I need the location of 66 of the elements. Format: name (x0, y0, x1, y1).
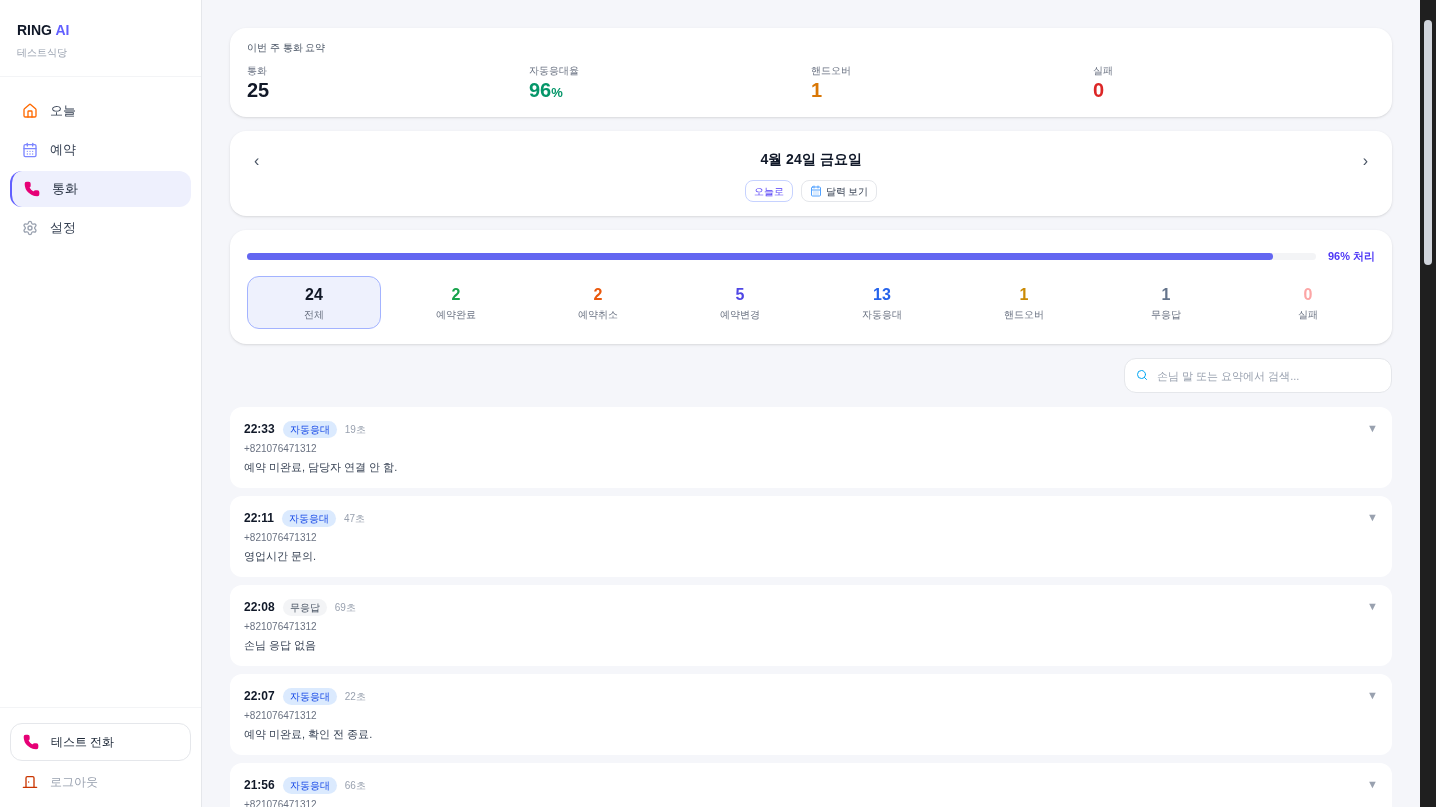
stat-value: 1 (811, 78, 824, 102)
caller-phone: +821076471312 (244, 442, 318, 456)
caller-phone: +821076471312 (244, 620, 318, 634)
call-summary: 손님 응답 없음 (244, 638, 318, 653)
gear-icon (22, 220, 38, 236)
nav-item[interactable]: 오늘 (10, 93, 191, 129)
stat-value: 25 (247, 78, 271, 102)
progress-label: 96% 처리 (1327, 249, 1375, 264)
call-tag: 자동응대 (282, 687, 337, 705)
caller-phone: +821076471312 (244, 709, 318, 723)
call-card[interactable]: 22:33 자동응대 19초 +821076471312 예약 미완료, 담당자 연결 안 함. ▼ (230, 407, 1392, 488)
nav-item[interactable]: 통화 (10, 171, 191, 207)
stat-value: 0 (1093, 78, 1106, 102)
test-call-button[interactable]: 테스트 전화 (10, 723, 191, 761)
call-tag: 자동응대 (282, 776, 337, 794)
door-icon (22, 774, 38, 790)
call-card[interactable]: 22:07 자동응대 22초 +821076471312 예약 미완료, 확인 전 종료. ▼ (230, 674, 1392, 755)
nav-item[interactable]: 설정 (10, 210, 191, 246)
calendar-icon (22, 142, 38, 158)
phone-icon (24, 181, 40, 197)
stat-label: 통화 (247, 64, 268, 78)
stat-label: 핸드오버 (811, 64, 852, 78)
next-day-button[interactable]: › (1362, 149, 1368, 173)
stat-value: 96% (529, 78, 564, 103)
call-duration: 22초 (344, 689, 366, 704)
date-title: 4월 24일 금요일 (760, 150, 862, 169)
today-button[interactable]: 오늘로 (744, 180, 793, 202)
filter-tab[interactable]: 1 핸드오버 (957, 275, 1091, 329)
call-summary: 예약 미완료, 확인 전 종료. (244, 727, 374, 742)
call-time: 22:33 (244, 421, 275, 438)
call-tag: 자동응대 (282, 420, 337, 438)
brand-logo: RING AI (17, 21, 71, 40)
stat-label: 실패 (1093, 64, 1114, 78)
caller-phone: +821076471312 (244, 531, 318, 545)
call-duration: 47초 (344, 511, 366, 526)
stat-label: 자동응대율 (529, 64, 580, 78)
filter-tab[interactable]: 2 예약완료 (389, 275, 523, 329)
filter-tab[interactable]: 2 예약취소 (531, 275, 665, 329)
call-time: 22:11 (244, 510, 275, 527)
restaurant-name: 테스트식당 (17, 46, 68, 60)
call-duration: 69초 (334, 600, 356, 615)
call-time: 22:08 (244, 599, 275, 616)
call-duration: 19초 (344, 422, 366, 437)
nav-item[interactable]: 예약 (10, 132, 191, 168)
previous-day-button[interactable]: ‹ (254, 149, 260, 173)
filter-tab[interactable]: 24 전체 (247, 275, 381, 329)
calendar-icon (809, 185, 822, 197)
filter-tab[interactable]: 5 예약변경 (673, 275, 807, 329)
calendar-button[interactable]: 달력 보기 (800, 180, 878, 202)
filter-tab[interactable]: 0 실패 (1241, 275, 1375, 329)
call-time: 22:07 (244, 688, 275, 705)
call-tag: 자동응대 (282, 509, 337, 527)
call-card[interactable]: 22:11 자동응대 47초 +821076471312 영업시간 문의. ▼ (230, 496, 1392, 577)
house-icon (22, 103, 38, 119)
summary-title: 이번 주 통화 요약 (247, 41, 327, 55)
call-tag: 무응답 (282, 598, 327, 616)
search-icon (1136, 369, 1148, 381)
filter-tab[interactable]: 1 무응답 (1099, 275, 1233, 329)
call-duration: 66초 (344, 778, 366, 793)
call-time: 21:56 (244, 777, 275, 794)
call-summary: 예약 미완료, 담당자 연결 안 함. (244, 460, 399, 475)
filter-tab[interactable]: 13 자동응대 (815, 275, 949, 329)
call-card[interactable]: 22:08 무응답 69초 +821076471312 손님 응답 없음 ▼ (230, 585, 1392, 666)
search-field[interactable]: 손님 말 또는 요약에서 검색... (1124, 358, 1392, 393)
phone-icon (23, 734, 39, 750)
call-summary: 영업시간 문의. (244, 549, 318, 564)
